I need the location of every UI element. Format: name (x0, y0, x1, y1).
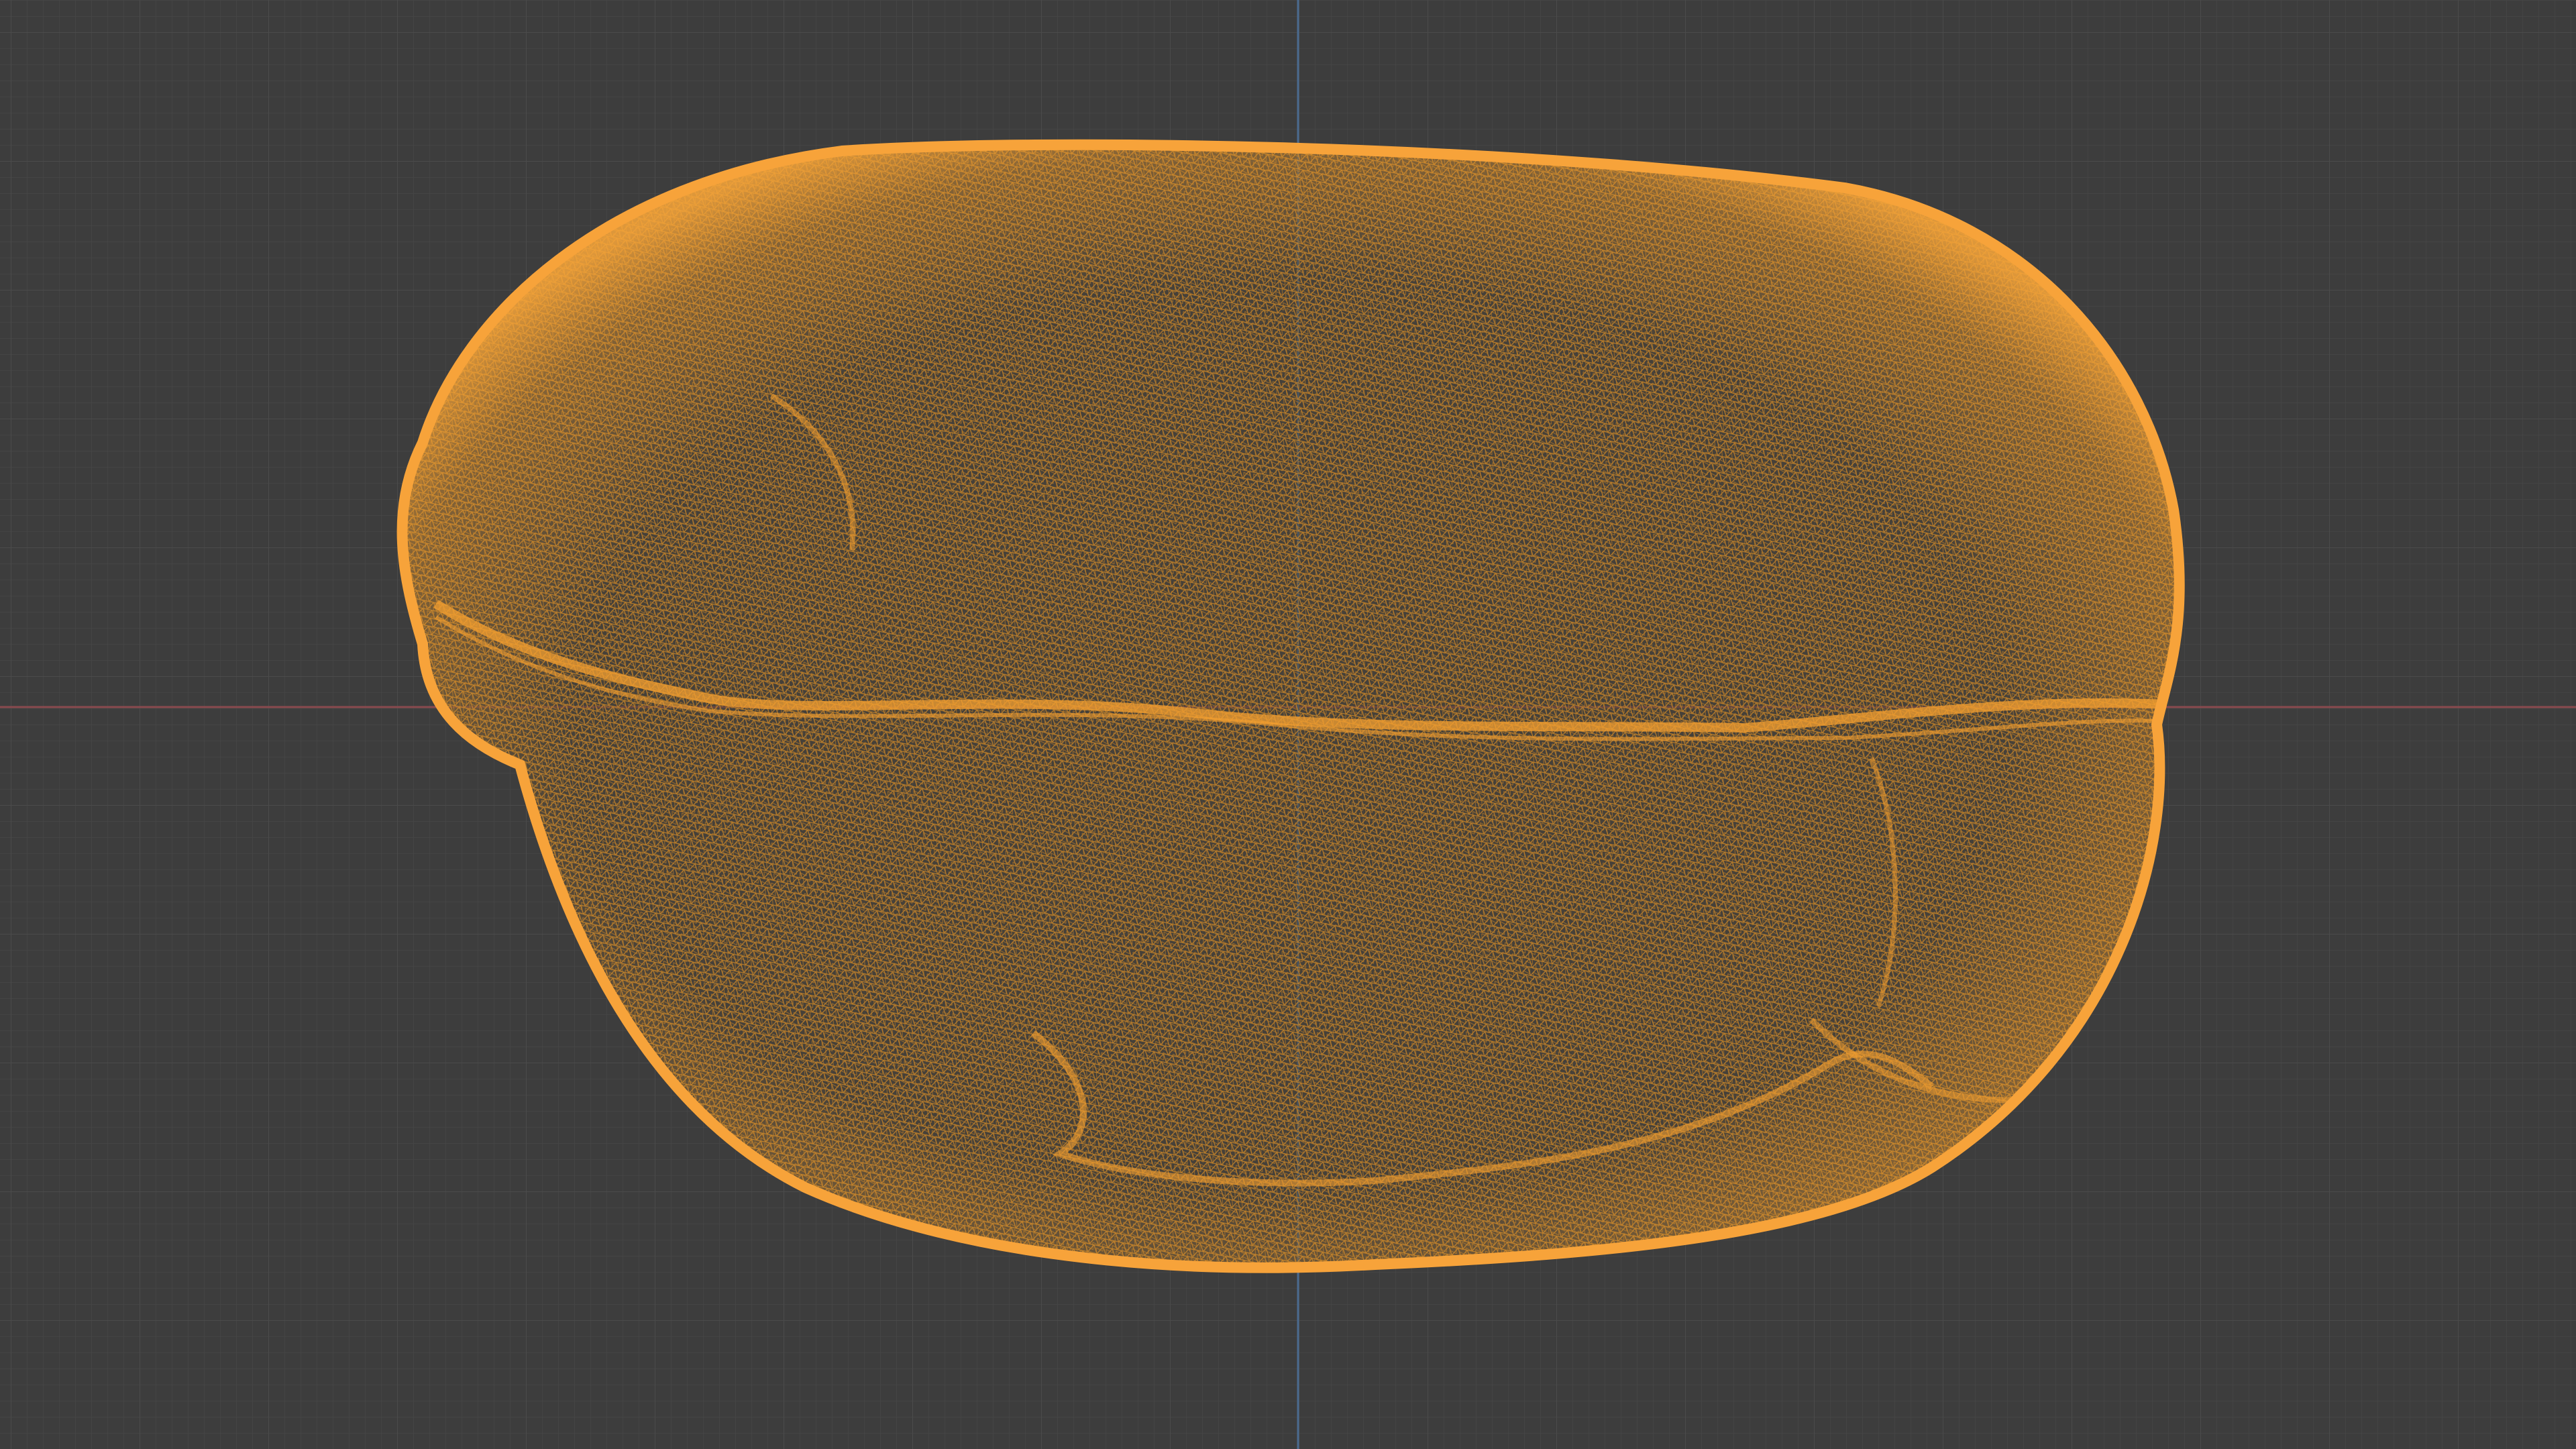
3d-viewport[interactable] (0, 0, 2576, 1449)
viewport-canvas[interactable] (0, 0, 2576, 1449)
